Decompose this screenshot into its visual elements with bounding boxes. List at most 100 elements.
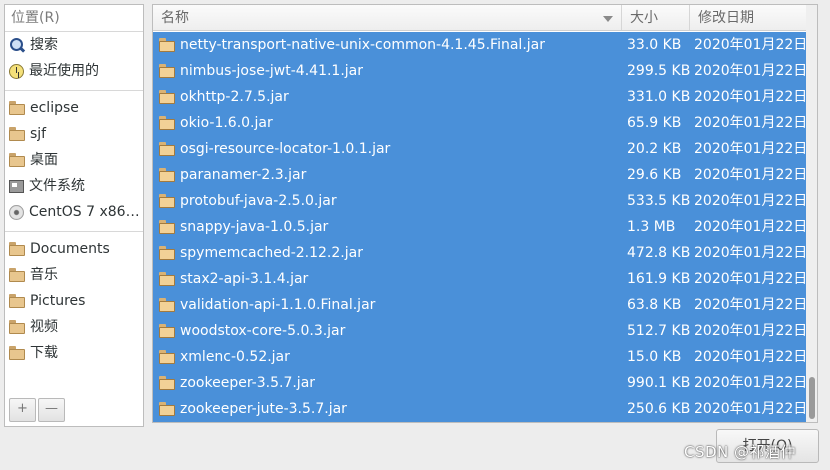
sidebar-item-eclipse[interactable]: eclipse [5,95,143,121]
places-sidebar: 位置(R) 搜索 最近使用的 eclipse sjf 桌面 文件系统 CentO… [4,4,144,427]
search-icon [9,37,25,53]
file-icon [159,324,175,338]
file-row[interactable]: protobuf-java-2.5.0.jar 533.5 KB 2020年01月2… [153,188,807,214]
file-row[interactable]: nimbus-jose-jwt-4.41.1.jar 299.5 KB 2020年0… [153,58,807,84]
file-size: 331.0 KB [627,89,691,105]
scrollbar-thumb[interactable] [809,377,815,419]
file-row[interactable]: stax2-api-3.1.4.jar 161.9 KB 2020年01月22日 [153,266,807,292]
file-name-cell: stax2-api-3.1.4.jar [153,266,622,292]
file-modified: 2020年01月22日 [694,115,808,131]
file-icon [159,168,175,182]
file-name-cell: snappy-java-1.0.5.jar [153,214,622,240]
file-modified: 2020年01月22日 [694,37,808,53]
file-size: 250.6 KB [627,401,691,417]
file-icon [159,350,175,364]
sidebar-item-label: sjf [30,126,47,142]
file-icon [159,194,175,208]
sidebar-item-label: 音乐 [30,267,58,283]
sidebar-item-centos-disc[interactable]: CentOS 7 x86… [5,199,143,225]
file-row[interactable]: osgi-resource-locator-1.0.1.jar 20.2 KB 20… [153,136,807,162]
file-row[interactable]: zookeeper-3.5.7.jar 990.1 KB 2020年01月22日 [153,370,807,396]
file-name: woodstox-core-5.0.3.jar [180,323,346,339]
file-icon [159,64,175,78]
column-header: 名称 大小 修改日期 [153,5,807,31]
sidebar-item-label: 桌面 [30,152,58,168]
file-name-cell: netty-transport-native-unix-common-4.1.4… [153,32,622,58]
file-icon [159,38,175,52]
file-row[interactable]: zookeeper-jute-3.5.7.jar 250.6 KB 2020年01月… [153,396,807,422]
file-name: okhttp-2.7.5.jar [180,89,289,105]
file-row[interactable]: validation-api-1.1.0.Final.jar 63.8 KB 202… [153,292,807,318]
file-row[interactable]: okhttp-2.7.5.jar 331.0 KB 2020年01月22日 [153,84,807,110]
file-name: stax2-api-3.1.4.jar [180,271,309,287]
file-list: 名称 大小 修改日期 netty-transport-native-unix-c… [152,4,818,423]
file-name-cell: validation-api-1.1.0.Final.jar [153,292,622,318]
sidebar-item-pictures[interactable]: Pictures [5,288,143,314]
file-name-cell: paranamer-2.3.jar [153,162,622,188]
sidebar-item-downloads[interactable]: 下载 [5,340,143,366]
file-row[interactable]: xmlenc-0.52.jar 15.0 KB 2020年01月22日 [153,344,807,370]
file-icon [159,90,175,104]
file-size: 33.0 KB [627,37,682,53]
file-icon [159,402,175,416]
file-name-cell: xmlenc-0.52.jar [153,344,622,370]
file-size: 512.7 KB [627,323,691,339]
sidebar-item-search[interactable]: 搜索 [5,32,143,58]
file-row[interactable]: paranamer-2.3.jar 29.6 KB 2020年01月22日 [153,162,807,188]
file-modified: 2020年01月22日 [694,89,808,105]
vertical-scrollbar[interactable] [806,5,817,422]
sidebar-item-label: 搜索 [30,37,58,53]
column-header-size[interactable]: 大小 [622,5,690,30]
file-row[interactable]: woodstox-core-5.0.3.jar 512.7 KB 2020年01月2… [153,318,807,344]
folder-icon [9,346,25,360]
column-header-name-label: 名称 [161,10,189,26]
column-header-modified[interactable]: 修改日期 [690,5,807,30]
add-bookmark-button[interactable]: + [9,398,36,422]
recent-icon [9,63,24,79]
file-icon [159,298,175,312]
music-folder-icon [9,268,25,282]
remove-bookmark-button[interactable]: — [38,398,65,422]
file-name: nimbus-jose-jwt-4.41.1.jar [180,63,364,79]
file-name: validation-api-1.1.0.Final.jar [180,297,376,313]
sidebar-item-videos[interactable]: 视频 [5,314,143,340]
file-name: netty-transport-native-unix-common-4.1.4… [180,37,545,53]
sidebar-divider [5,225,143,232]
column-header-name[interactable]: 名称 [153,5,622,30]
filesystem-icon [9,179,24,193]
file-name-cell: zookeeper-jute-3.5.7.jar [153,396,622,422]
file-name: protobuf-java-2.5.0.jar [180,193,337,209]
file-modified: 2020年01月22日 [694,401,808,417]
sidebar-item-home[interactable]: sjf [5,121,143,147]
file-size: 990.1 KB [627,375,691,391]
file-row[interactable]: spymemcached-2.12.2.jar 472.8 KB 2020年01月2… [153,240,807,266]
sidebar-item-label: 下载 [30,345,58,361]
file-modified: 2020年01月22日 [694,141,808,157]
file-row[interactable]: netty-transport-native-unix-common-4.1.4… [153,32,807,58]
file-row[interactable]: okio-1.6.0.jar 65.9 KB 2020年01月22日 [153,110,807,136]
file-name: okio-1.6.0.jar [180,115,273,131]
file-size: 533.5 KB [627,193,691,209]
file-modified: 2020年01月22日 [694,375,808,391]
sidebar-item-documents[interactable]: Documents [5,236,143,262]
file-icon [159,272,175,286]
file-row[interactable]: snappy-java-1.0.5.jar 1.3 MB 2020年01月22日 [153,214,807,240]
sidebar-item-recent[interactable]: 最近使用的 [5,58,143,84]
sidebar-item-music[interactable]: 音乐 [5,262,143,288]
file-size: 299.5 KB [627,63,691,79]
file-icon [159,246,175,260]
file-name: snappy-java-1.0.5.jar [180,219,329,235]
sidebar-item-filesystem[interactable]: 文件系统 [5,173,143,199]
sidebar-item-desktop[interactable]: 桌面 [5,147,143,173]
disc-icon [9,204,24,220]
file-size: 29.6 KB [627,167,682,183]
file-name: paranamer-2.3.jar [180,167,307,183]
file-icon [159,376,175,390]
sidebar-divider [5,84,143,91]
watermark: CSDN @祁酒仲 [684,443,797,461]
file-size: 15.0 KB [627,349,682,365]
file-modified: 2020年01月22日 [694,323,808,339]
sidebar-item-label: 最近使用的 [29,63,99,79]
sidebar-item-label: eclipse [30,100,79,116]
file-name-cell: osgi-resource-locator-1.0.1.jar [153,136,622,162]
